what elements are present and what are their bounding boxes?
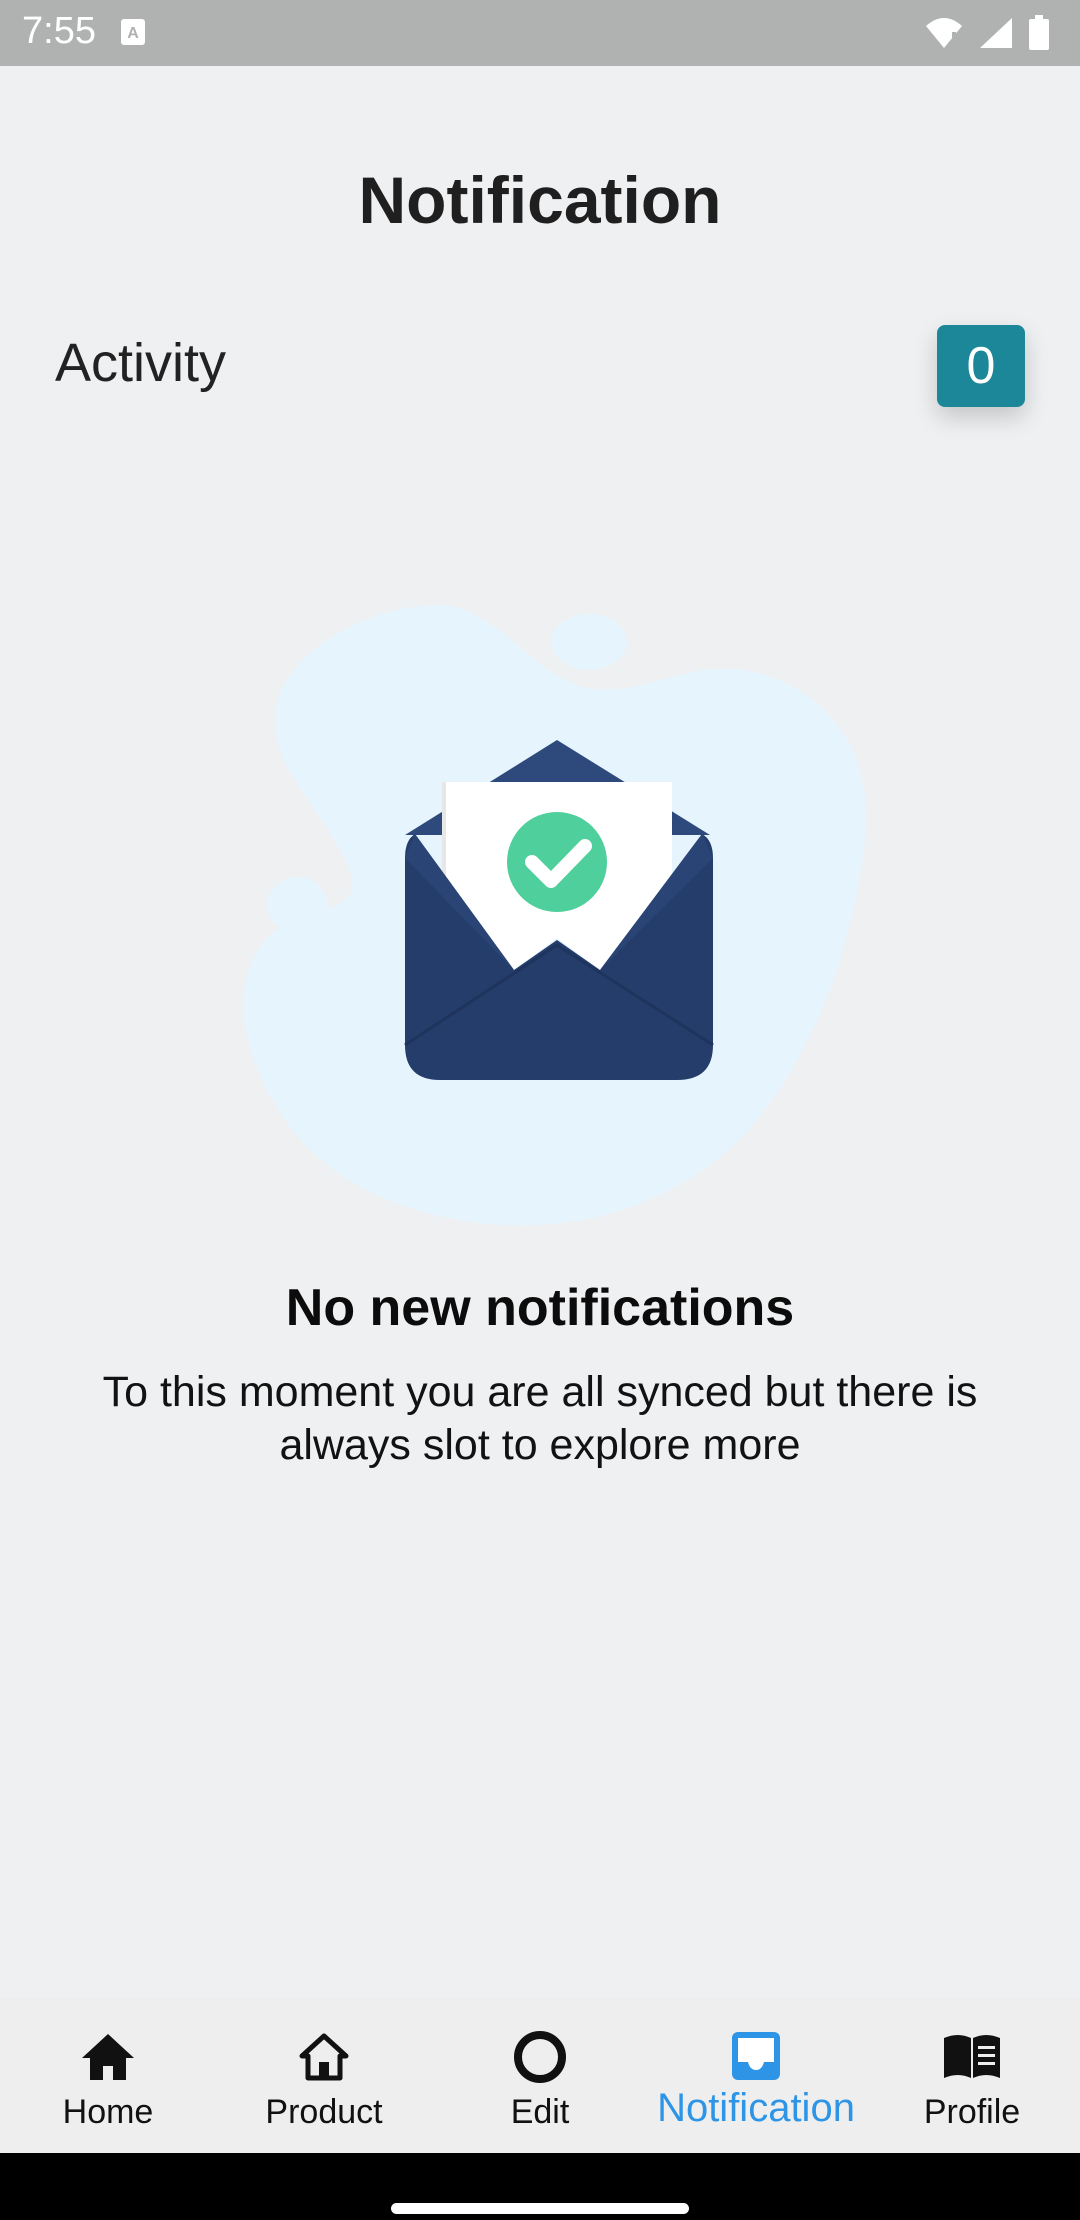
inbox-icon bbox=[732, 2032, 780, 2080]
nav-edit-label: Edit bbox=[510, 2093, 570, 2131]
svg-text:A: A bbox=[127, 25, 139, 42]
notification-a-icon: A bbox=[121, 19, 145, 45]
nav-product[interactable]: Product bbox=[216, 1998, 432, 2153]
circle-icon bbox=[514, 2031, 566, 2083]
nav-edit[interactable]: Edit bbox=[432, 1998, 648, 2153]
bottom-navigation: Home Product Edit Notification Profile bbox=[0, 1998, 1080, 2153]
nav-product-label: Product bbox=[265, 2093, 383, 2131]
nav-profile[interactable]: Profile bbox=[864, 1998, 1080, 2153]
status-icons bbox=[924, 14, 1050, 52]
signal-icon bbox=[980, 18, 1012, 48]
empty-state-description: To this moment you are all synced but th… bbox=[102, 1368, 978, 1469]
nav-notification-label: Notification bbox=[657, 2086, 855, 2130]
nav-home-label: Home bbox=[62, 2093, 154, 2131]
battery-icon bbox=[1029, 15, 1049, 50]
book-icon bbox=[944, 2035, 1000, 2078]
home-outline-icon bbox=[299, 2033, 349, 2081]
empty-state-title: No new notifications bbox=[285, 1279, 795, 1337]
wifi-icon bbox=[926, 18, 962, 48]
activity-count-badge[interactable]: 0 bbox=[937, 325, 1025, 407]
activity-label: Activity bbox=[55, 333, 227, 393]
open-envelope-check-icon bbox=[243, 604, 867, 1226]
status-time: 7:55 bbox=[22, 10, 96, 52]
home-filled-icon bbox=[82, 2034, 134, 2080]
nav-home[interactable]: Home bbox=[0, 1998, 216, 2153]
home-gesture-handle[interactable] bbox=[391, 2203, 689, 2214]
page-title: Notification bbox=[358, 163, 722, 237]
nav-profile-label: Profile bbox=[923, 2093, 1021, 2131]
nav-notification[interactable]: Notification bbox=[648, 1998, 864, 2153]
status-bar: 7:55 A bbox=[0, 0, 1080, 66]
